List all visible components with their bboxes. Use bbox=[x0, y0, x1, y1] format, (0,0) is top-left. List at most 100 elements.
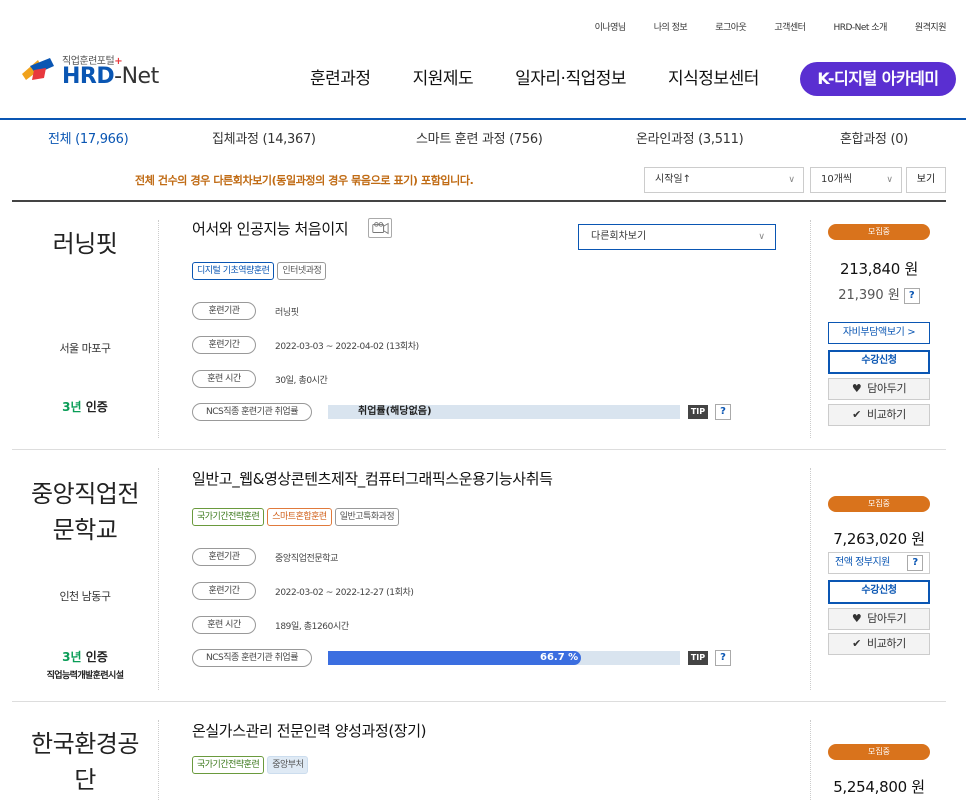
wish-button[interactable]: ♥ 담아두기 bbox=[828, 608, 930, 630]
logout-link[interactable]: 로그아웃 bbox=[715, 20, 747, 33]
org-value: 러닝핏 bbox=[275, 308, 299, 318]
institution-name: 한국환경공 단 bbox=[31, 730, 139, 794]
period-value: 2022-03-02 ~ 2022-12-27 (1회차) bbox=[275, 588, 414, 598]
customer-center-link[interactable]: 고객센터 bbox=[774, 20, 806, 33]
cert-word: 인증 bbox=[81, 650, 108, 664]
institution-location: 서울 마포구 bbox=[59, 342, 111, 355]
heart-icon: ♥ bbox=[851, 382, 862, 395]
nav-training-courses[interactable]: 훈련과정 bbox=[310, 64, 371, 89]
org-label-pill: 훈련기관 bbox=[192, 302, 256, 320]
k-digital-academy-button[interactable]: K-디지털 아카데미 bbox=[800, 62, 956, 96]
help-icon[interactable]: ? bbox=[907, 555, 923, 571]
cert-years: 3년 bbox=[62, 400, 82, 414]
course-card: 한국환경공 단 온실가스관리 전문인력 양성과정(장기) 국가기간전략훈련 중앙부… bbox=[12, 702, 946, 800]
course-card: 중앙직업전 문학교 인천 남동구 3년 인증 직업능력개발훈련시설 일반고_웹&영… bbox=[12, 450, 946, 702]
course-type-tabs: 전체 (17,966) 집체과정 (14,367) 스마트 훈련 과정 (756… bbox=[0, 128, 966, 148]
course-price: 7,263,020 원 bbox=[833, 530, 925, 548]
self-pay-view-button[interactable]: 자비부담액보기 > bbox=[828, 322, 930, 344]
other-rounds-label: 다른회차보기 bbox=[591, 231, 647, 242]
period-label-pill: 훈련기간 bbox=[192, 336, 256, 354]
self-pay-price: 21,390 원? bbox=[828, 284, 930, 304]
tab-all[interactable]: 전체 (17,966) bbox=[48, 128, 129, 147]
video-camera-icon[interactable] bbox=[368, 218, 392, 238]
notice-text: 전체 건수의 경우 다른회차보기(동일과정의 경우 묶음으로 표기) 포함입니다… bbox=[135, 174, 474, 187]
course-price: 5,254,800 원 bbox=[833, 778, 925, 796]
tab-online[interactable]: 온라인과정 (3,511) bbox=[636, 128, 744, 147]
remote-support-link[interactable]: 원격지원 bbox=[915, 20, 947, 33]
wish-label: 담아두기 bbox=[867, 382, 907, 395]
wish-button[interactable]: ♥ 담아두기 bbox=[828, 378, 930, 400]
help-icon[interactable]: ? bbox=[715, 404, 731, 420]
other-rounds-select[interactable]: 다른회차보기 ∨ bbox=[578, 224, 776, 250]
nav-knowledge-center[interactable]: 지식정보센터 bbox=[668, 64, 759, 89]
ncs-label-pill: NCS직종 훈련기관 취업률 bbox=[192, 403, 312, 421]
about-link[interactable]: HRD-Net 소개 bbox=[833, 20, 887, 33]
hours-label-pill: 훈련 시간 bbox=[192, 370, 256, 388]
tag-digital-basic: 디지털 기초역량훈련 bbox=[192, 262, 275, 280]
course-title[interactable]: 온실가스관리 전문인력 양성과정(장기) bbox=[192, 720, 426, 741]
course-price: 213,840 원 bbox=[840, 260, 918, 278]
hours-label-pill: 훈련 시간 bbox=[192, 616, 256, 634]
apply-button[interactable]: 수강신청 bbox=[828, 350, 930, 374]
check-icon: ✔ bbox=[852, 637, 861, 650]
chevron-down-icon: ∨ bbox=[788, 175, 795, 185]
compare-label: 비교하기 bbox=[866, 637, 906, 650]
institution-name: 중앙직업전 문학교 bbox=[31, 480, 139, 544]
logo-dash: - bbox=[114, 64, 122, 89]
employment-text: 취업률(해당없음) bbox=[358, 406, 432, 417]
main-nav: 훈련과정 지원제도 일자리·직업정보 지식정보센터 bbox=[310, 64, 801, 89]
tag-highschool: 일반고특화과정 bbox=[334, 508, 400, 526]
tab-smart[interactable]: 스마트 훈련 과정 (756) bbox=[416, 128, 543, 147]
view-button[interactable]: 보기 bbox=[906, 167, 946, 193]
tab-mixed[interactable]: 혼합과정 (0) bbox=[840, 128, 908, 147]
tip-button[interactable]: TIP bbox=[688, 651, 708, 665]
per-page-select[interactable]: 10개씩 ∨ bbox=[810, 167, 902, 193]
compare-label: 비교하기 bbox=[866, 408, 906, 421]
sort-select[interactable]: 시작일↑ ∨ bbox=[644, 167, 804, 193]
tag-national-strategy: 국가기간전략훈련 bbox=[192, 756, 265, 774]
period-value: 2022-03-03 ~ 2022-04-02 (13회차) bbox=[275, 342, 419, 352]
course-tags: 디지털 기초역량훈련 인터넷과정 bbox=[192, 262, 327, 280]
logo-net: Net bbox=[121, 64, 160, 89]
hrd-net-logo[interactable]: 직업훈련포털+ HRD-Net bbox=[20, 50, 180, 90]
top-utility-bar: 이나영님 나의 정보 로그아웃 고객센터 HRD-Net 소개 원격지원 bbox=[0, 0, 966, 40]
sort-value: 시작일↑ bbox=[655, 174, 691, 185]
nav-support-system[interactable]: 지원제도 bbox=[413, 64, 474, 89]
apply-button[interactable]: 수강신청 bbox=[828, 580, 930, 604]
user-name-link[interactable]: 이나영님 bbox=[595, 20, 627, 33]
course-tags: 국가기간전략훈련 스마트혼합훈련 일반고특화과정 bbox=[192, 508, 400, 526]
org-value: 중앙직업전문학교 bbox=[275, 554, 339, 564]
top-links: 이나영님 나의 정보 로그아웃 고객센터 HRD-Net 소개 원격지원 bbox=[567, 20, 947, 33]
course-title[interactable]: 일반고_웹&영상콘텐츠제작_컴퓨터그래픽스운용기능사취득 bbox=[192, 468, 553, 489]
tag-smart-mixed: 스마트혼합훈련 bbox=[267, 508, 332, 526]
status-badge: 모집중 bbox=[828, 744, 930, 760]
cert-badge: 3년 인증 bbox=[12, 398, 158, 415]
header-divider bbox=[0, 118, 966, 120]
wish-label: 담아두기 bbox=[867, 612, 907, 625]
compare-button[interactable]: ✔ 비교하기 bbox=[828, 633, 930, 655]
course-card: 러닝핏 서울 마포구 3년 인증 어서와 인공지능 처음이지 다른회차보기 ∨ … bbox=[12, 202, 946, 450]
period-label-pill: 훈련기간 bbox=[192, 582, 256, 600]
tab-group[interactable]: 집체과정 (14,367) bbox=[212, 128, 316, 147]
help-icon[interactable]: ? bbox=[715, 650, 731, 666]
help-icon[interactable]: ? bbox=[903, 287, 920, 304]
check-icon: ✔ bbox=[852, 408, 861, 421]
course-tags: 국가기간전략훈련 중앙부처 bbox=[192, 756, 309, 774]
my-info-link[interactable]: 나의 정보 bbox=[654, 20, 688, 33]
self-pay-amount: 21,390 원 bbox=[838, 288, 900, 303]
tag-national-strategy: 국가기간전략훈련 bbox=[192, 508, 265, 526]
cert-subtitle: 직업능력개발훈련시설 bbox=[46, 671, 124, 681]
status-badge: 모집중 bbox=[828, 224, 930, 240]
gov-support-label: 전액 정부지원? bbox=[828, 552, 930, 574]
nav-jobs-info[interactable]: 일자리·직업정보 bbox=[515, 64, 626, 89]
tag-central-ministry: 중앙부처 bbox=[267, 756, 309, 774]
institution-name: 러닝핏 bbox=[52, 230, 118, 258]
cert-badge: 3년 인증 bbox=[12, 648, 158, 665]
employment-bar: 취업률(해당없음) bbox=[328, 405, 680, 419]
per-page-value: 10개씩 bbox=[821, 174, 853, 185]
compare-button[interactable]: ✔ 비교하기 bbox=[828, 404, 930, 426]
employment-text: 66.7 % bbox=[540, 652, 579, 663]
cert-years: 3년 bbox=[62, 650, 82, 664]
course-title[interactable]: 어서와 인공지능 처음이지 bbox=[192, 218, 349, 239]
tip-button[interactable]: TIP bbox=[688, 405, 708, 419]
